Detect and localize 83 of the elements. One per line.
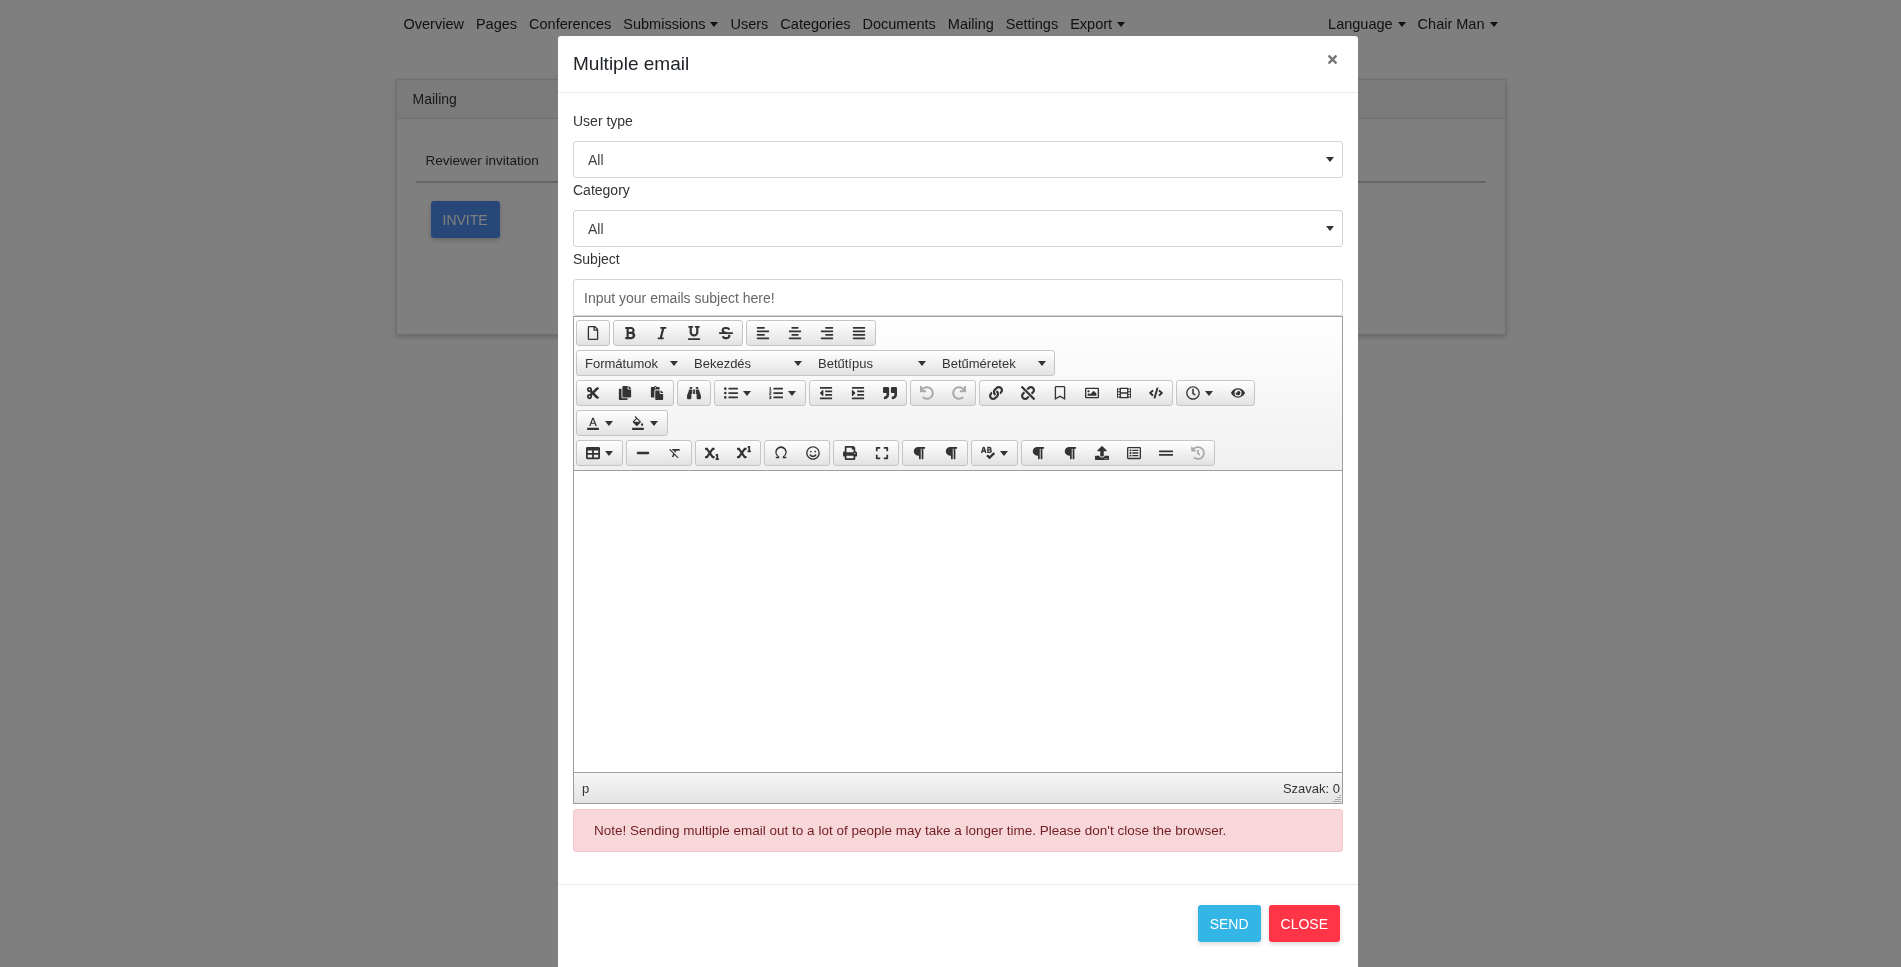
field-label: Subject <box>573 250 621 269</box>
link-icon <box>989 386 1003 400</box>
indent-icon <box>851 386 865 400</box>
copy-icon <box>618 386 632 400</box>
align-left-icon <box>756 326 770 340</box>
caret-icon <box>1038 360 1046 366</box>
dialog-title: Multiple email <box>573 53 690 75</box>
new-document-icon <box>586 326 600 340</box>
subscript-icon <box>705 446 719 460</box>
image-icon <box>1085 386 1099 400</box>
align-center-icon <box>788 326 802 340</box>
nav-link[interactable]: Categories <box>780 16 851 32</box>
text-color-icon <box>586 416 600 430</box>
element-path: p <box>582 780 590 796</box>
field-label: Category <box>573 181 631 200</box>
field-label: User type <box>573 112 634 131</box>
code-icon <box>1149 386 1163 400</box>
clock-icon <box>1186 386 1200 400</box>
warning-alert: Note! Sending multiple email out to a lot of people may take a longer time. Please don't close the browser. <box>573 809 1343 852</box>
nav-link[interactable]: Conferences <box>529 16 612 32</box>
caret-icon <box>1326 157 1334 162</box>
close-icon <box>1326 52 1339 66</box>
format-menu[interactable]: Bekezdés <box>686 351 810 375</box>
history-icon <box>1191 446 1205 460</box>
word-count: Szavak: 0 <box>1282 780 1340 796</box>
redo-icon <box>952 386 966 400</box>
cut-icon <box>586 386 600 400</box>
paragraph-icon <box>912 446 926 460</box>
close-dialog-button[interactable]: CLOSE <box>1268 905 1340 942</box>
outdent-icon <box>819 386 833 400</box>
nav-link[interactable]: Overview <box>403 16 464 32</box>
italic-icon <box>655 326 669 340</box>
table-icon <box>586 446 600 460</box>
resize-handle-icon[interactable] <box>1333 794 1341 802</box>
smiley-icon <box>806 446 820 460</box>
omega-icon <box>774 446 788 460</box>
align-right-icon <box>820 326 834 340</box>
nav-link[interactable]: Documents <box>862 16 936 32</box>
unlink-icon <box>1021 386 1035 400</box>
fill-color-icon <box>631 416 645 430</box>
expand-icon <box>875 446 889 460</box>
tab[interactable]: Reviewer invitation <box>425 153 539 168</box>
select-field[interactable]: All <box>573 141 1343 178</box>
spellcheck-icon <box>981 446 995 460</box>
panel-title: Mailing <box>412 91 457 107</box>
bullet-list-icon <box>724 386 738 400</box>
paragraph-icon <box>944 446 958 460</box>
paragraph-icon <box>1031 446 1045 460</box>
upload-icon <box>1095 446 1109 460</box>
film-icon <box>1117 386 1131 400</box>
nav-link[interactable]: Settings <box>1005 16 1059 32</box>
caret-icon <box>918 360 926 366</box>
nav-link[interactable]: Language <box>1328 16 1406 32</box>
format-menu[interactable]: Formátumok <box>577 351 686 375</box>
bold-icon <box>623 326 637 340</box>
eye-icon <box>1231 386 1245 400</box>
caret-icon <box>1326 226 1334 231</box>
select-field[interactable]: All <box>573 210 1343 247</box>
paste-icon <box>650 386 664 400</box>
printer-icon <box>843 446 857 460</box>
undo-icon <box>920 386 934 400</box>
nav-link[interactable]: Mailing <box>947 16 994 32</box>
underline-icon <box>687 326 701 340</box>
nav-link[interactable]: Chair Man <box>1417 16 1498 32</box>
align-justify-icon <box>852 326 866 340</box>
nav-link[interactable]: Export <box>1070 16 1126 32</box>
paragraph-icon <box>1063 446 1077 460</box>
nav-link[interactable]: Users <box>730 16 769 32</box>
nav-link[interactable]: Pages <box>475 16 518 32</box>
format-menu[interactable]: Betűméretek <box>934 351 1054 375</box>
binoculars-icon <box>687 386 701 400</box>
subject-field[interactable]: Input your emails subject here! <box>573 279 1343 316</box>
caret-icon <box>794 360 802 366</box>
nav-link[interactable]: Submissions <box>623 16 719 32</box>
bookmark-icon <box>1053 386 1067 400</box>
format-menu[interactable]: Betűtípus <box>810 351 934 375</box>
template-icon <box>1127 446 1141 460</box>
quote-icon <box>883 386 897 400</box>
caret-icon <box>670 360 678 366</box>
superscript-icon <box>737 446 751 460</box>
clear-format-icon <box>668 446 682 460</box>
strikethrough-icon <box>719 326 733 340</box>
numbered-list-icon <box>769 386 783 400</box>
